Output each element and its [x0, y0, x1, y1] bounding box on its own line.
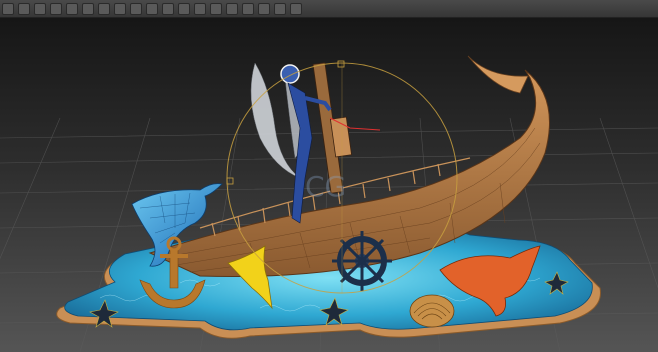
move-icon[interactable] [98, 2, 110, 15]
render-setup-icon[interactable] [258, 2, 270, 15]
schematic-icon[interactable] [226, 2, 238, 15]
scale-icon[interactable] [130, 2, 142, 15]
mirror-icon[interactable] [162, 2, 174, 15]
main-toolbar [0, 0, 658, 18]
bind-icon[interactable] [66, 2, 78, 15]
material-editor-icon[interactable] [242, 2, 254, 15]
watermark-text: CG [305, 170, 346, 203]
render-frame-icon[interactable] [274, 2, 286, 15]
render-icon[interactable] [290, 2, 302, 15]
shell-model[interactable] [409, 294, 455, 328]
select-icon[interactable] [82, 2, 94, 15]
rotate-icon[interactable] [114, 2, 126, 15]
perspective-viewport[interactable]: CG [0, 18, 658, 352]
select-link-icon[interactable] [34, 2, 46, 15]
redo-icon[interactable] [18, 2, 30, 15]
undo-icon[interactable] [2, 2, 14, 15]
layer-icon[interactable] [194, 2, 206, 15]
scene-canvas[interactable]: CG [0, 18, 658, 352]
snap-icon[interactable] [146, 2, 158, 15]
align-icon[interactable] [178, 2, 190, 15]
curve-editor-icon[interactable] [210, 2, 222, 15]
unlink-icon[interactable] [50, 2, 62, 15]
max-app-window: CG [0, 0, 658, 352]
